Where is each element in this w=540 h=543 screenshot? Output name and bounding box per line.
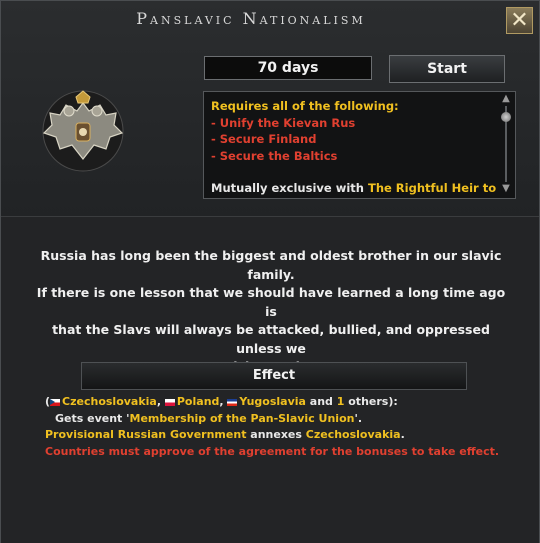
description-line: If there is one lesson that we should ha… bbox=[36, 285, 506, 319]
comma-separator: , bbox=[156, 395, 165, 408]
requirement-item: - Secure the Baltics bbox=[211, 148, 338, 163]
event-prefix: Gets event ' bbox=[55, 411, 130, 425]
country-name: Czechoslovakia bbox=[62, 395, 157, 408]
requirements-header: Requires all of the following: bbox=[211, 99, 399, 113]
mutex-prefix: Mutually exclusive with bbox=[211, 181, 368, 195]
double-headed-eagle-icon bbox=[42, 90, 124, 172]
scrollbar-thumb[interactable] bbox=[501, 112, 511, 122]
scroll-up-arrow-icon[interactable]: ▲ bbox=[500, 94, 512, 104]
effect-list: (Czechoslovakia, Poland, Yugoslavia and … bbox=[45, 394, 525, 460]
effect-countries-line: (Czechoslovakia, Poland, Yugoslavia and … bbox=[45, 394, 525, 411]
country-name: Yugoslavia bbox=[239, 395, 306, 408]
requirements-text: Requires all of the following: - Unify t… bbox=[211, 98, 499, 197]
annexes-text: annexes bbox=[246, 428, 306, 441]
effect-header: Effect bbox=[81, 362, 467, 390]
description-line: Russia has long been the biggest and old… bbox=[40, 248, 502, 282]
event-suffix: '. bbox=[354, 411, 363, 425]
annexed-country: Czechoslovakia bbox=[305, 428, 401, 441]
mutex-focus: The Rightful Heir to the bbox=[367, 181, 499, 195]
close-button[interactable]: ✕ bbox=[506, 7, 533, 34]
effect-warning: Countries must approve of the agreement … bbox=[45, 444, 500, 458]
effect-annex-line: Provisional Russian Government annexes C… bbox=[45, 427, 525, 444]
and-text: and bbox=[305, 395, 337, 408]
yugoslavia-flag-icon bbox=[227, 398, 238, 406]
requirement-item: - Unify the Kievan Rus bbox=[211, 115, 356, 130]
start-button[interactable]: Start bbox=[389, 55, 505, 83]
window-title: Panslavic Nationalism bbox=[136, 9, 366, 28]
focus-description: Russia has long been the biggest and old… bbox=[31, 247, 511, 377]
scroll-down-arrow-icon[interactable]: ▼ bbox=[500, 184, 512, 194]
focus-window: Panslavic Nationalism ✕ 70 days Start Re… bbox=[0, 0, 540, 543]
czechoslovakia-flag-icon bbox=[50, 398, 61, 406]
others-suffix: others): bbox=[344, 395, 398, 408]
mutually-exclusive-line: Mutually exclusive with The Rightful Hei… bbox=[211, 180, 499, 197]
comma-separator: , bbox=[219, 395, 228, 408]
poland-flag-icon bbox=[164, 398, 175, 406]
country-name: Poland bbox=[176, 395, 220, 408]
period: . bbox=[400, 428, 405, 441]
close-icon: ✕ bbox=[510, 7, 529, 33]
effect-event-line: Gets event 'Membership of the Pan-Slavic… bbox=[45, 411, 525, 428]
description-line: that the Slavs will always be attacked, … bbox=[52, 322, 490, 356]
focus-duration: 70 days bbox=[204, 56, 372, 80]
requirement-item: - Secure Finland bbox=[211, 132, 317, 146]
event-name: Membership of the Pan-Slavic Union bbox=[129, 411, 355, 425]
requirements-box: Requires all of the following: - Unify t… bbox=[203, 91, 516, 199]
annexer-country: Provisional Russian Government bbox=[45, 428, 247, 441]
